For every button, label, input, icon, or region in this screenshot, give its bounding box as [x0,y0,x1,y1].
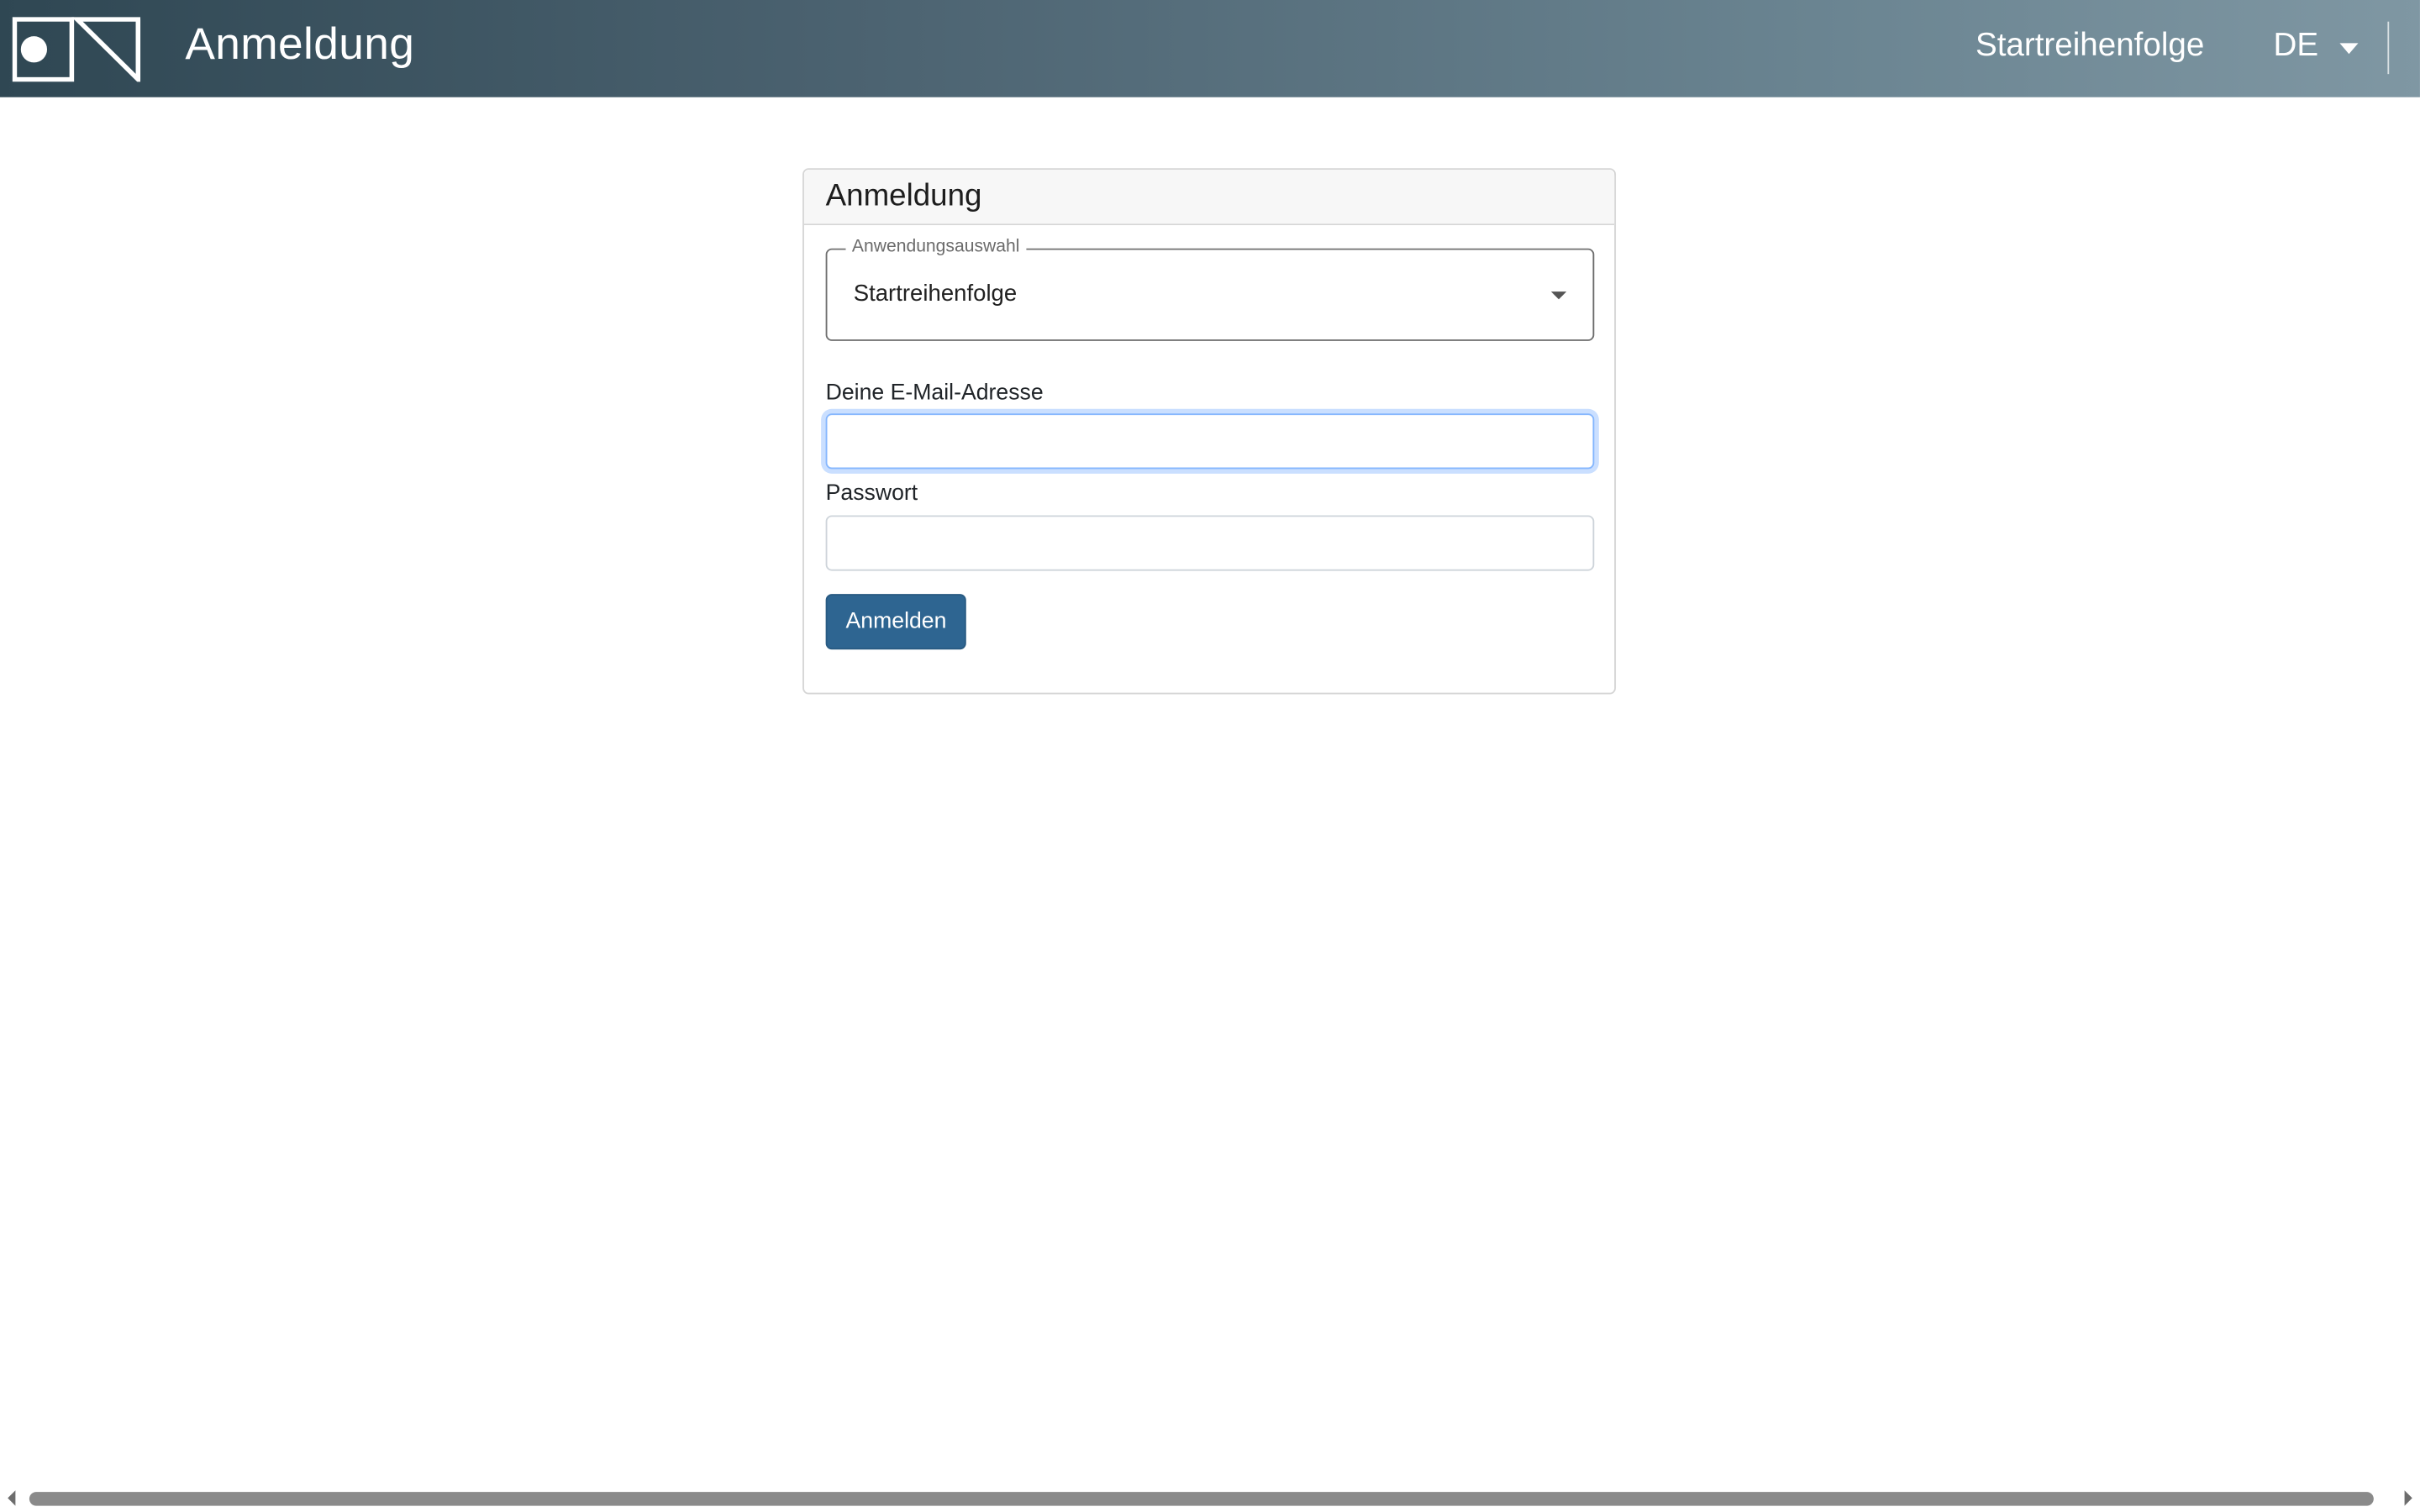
password-label: Passwort [825,481,918,507]
page-title: Anmeldung [185,19,415,70]
login-button[interactable]: Anmelden [825,594,967,650]
chevron-down-icon [1550,291,1567,300]
horizontal-scrollbar[interactable] [0,1483,2420,1512]
application-select-legend: Anwendungsauswahl [845,237,1026,256]
navbar-divider [2387,21,2390,75]
scroll-left-arrow-icon[interactable] [8,1490,16,1506]
language-label: DE [2273,28,2319,64]
language-dropdown[interactable]: DE [2273,28,2359,65]
email-label: Deine E-Mail-Adresse [825,381,1044,407]
viewport: Anmeldung Startreihenfolge DE Anmeldung … [0,0,2420,1512]
card-title: Anmeldung [825,179,982,213]
caret-down-icon [2339,42,2359,54]
app-logo-icon[interactable] [12,17,141,82]
scroll-right-arrow-icon[interactable] [2404,1490,2412,1506]
application-select[interactable]: Anwendungsauswahl Startreihenfolge [825,237,1595,341]
card-header: Anmeldung [803,170,1615,226]
nav-link-startreihenfolge[interactable]: Startreihenfolge [1975,28,2204,65]
email-field[interactable] [825,413,1595,470]
top-navbar: Anmeldung Startreihenfolge DE [0,0,2420,97]
scrollbar-thumb[interactable] [29,1492,2374,1506]
password-field[interactable] [825,515,1595,571]
application-select-value: Startreihenfolge [853,281,1018,307]
login-card: Anmeldung Anwendungsauswahl Startreihenf… [802,168,1617,695]
